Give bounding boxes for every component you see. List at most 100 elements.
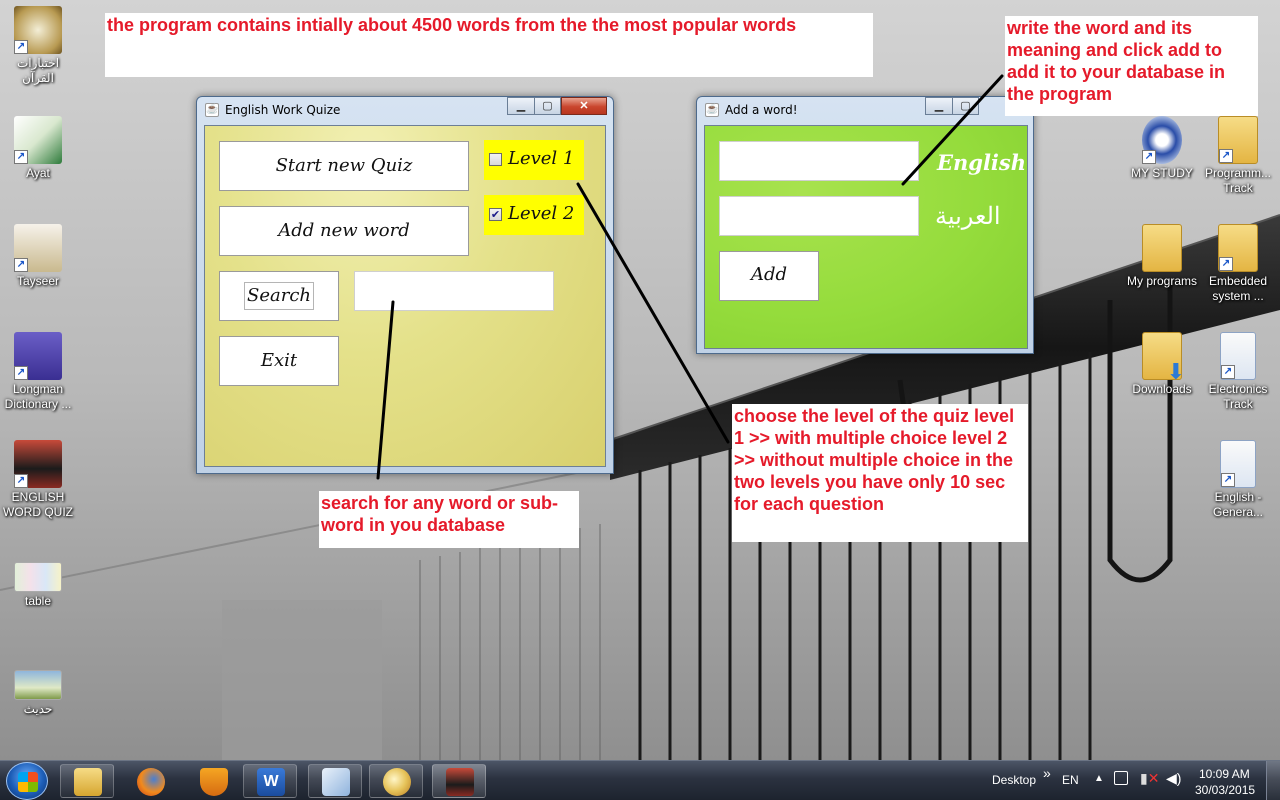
exit-button[interactable]: Exit — [219, 336, 339, 386]
desktop-icon-programming-track[interactable]: ↗ Programm... Track — [1200, 116, 1276, 196]
maximize-button[interactable]: ▢ — [952, 97, 979, 115]
add-label: Add — [750, 264, 788, 285]
minimize-button[interactable]: ▁ — [507, 97, 535, 115]
desktop-icon-label: Programm... Track — [1204, 166, 1271, 195]
shortcut-arrow-icon: ↗ — [1221, 473, 1235, 487]
desktop-icon-label: table — [24, 594, 52, 608]
desktop-icon-label: Ayat — [26, 166, 50, 180]
windows-logo-icon — [18, 772, 38, 792]
clock-date[interactable]: 30/03/2015 — [1195, 783, 1255, 797]
annotation-text: write the word and its meaning and click… — [1007, 18, 1226, 104]
shortcut-arrow-icon: ↗ — [1219, 149, 1233, 163]
add-word-button[interactable]: Add new word — [219, 206, 469, 256]
desktop-icon-electronics[interactable]: ↗ Electronics Track — [1200, 332, 1276, 412]
english-quiz-icon — [446, 768, 474, 796]
annotation-levels: choose the level of the quiz level 1 >> … — [732, 404, 1028, 542]
english-quiz-window[interactable]: ☕ English Work Quize ▁ ▢ ✕ Start new Qui… — [196, 96, 614, 474]
title-bar[interactable]: ☕ English Work Quize ▁ ▢ ✕ — [197, 97, 613, 123]
taskbar-security[interactable] — [186, 764, 240, 798]
shortcut-arrow-icon: ↗ — [1221, 365, 1235, 379]
desktop-icon-label: Tayseer — [16, 274, 60, 288]
level2-label: Level 2 — [508, 203, 575, 224]
action-center-icon[interactable] — [1114, 771, 1128, 785]
show-desktop-button[interactable] — [1266, 761, 1280, 800]
desktop-icon-label: Downloads — [1132, 382, 1192, 396]
desktop-icon-tayseer[interactable]: ↗ Tayseer — [0, 224, 76, 289]
java-app-icon: ☕ — [205, 103, 219, 117]
folder-icon: ↗ — [1218, 224, 1258, 272]
desktop-icon-downloads[interactable]: ⬇ Downloads — [1124, 332, 1200, 397]
main-content-panel: Start new Quiz Add new word Search Exit … — [204, 125, 606, 467]
search-input[interactable] — [354, 271, 554, 311]
taskbar-english-quiz[interactable] — [432, 764, 486, 798]
desktop-toolbar-label[interactable]: Desktop — [992, 773, 1036, 787]
taskbar-paint[interactable] — [369, 764, 423, 798]
desktop-icon-english-quiz[interactable]: ↗ ENGLISH WORD QUIZ — [0, 440, 76, 520]
desktop-icon-ayat[interactable]: ↗ Ayat — [0, 116, 76, 181]
java-app-icon: ☕ — [705, 103, 719, 117]
shortcut-arrow-icon: ↗ — [1219, 257, 1233, 271]
english-label: English — [937, 150, 1027, 175]
desktop-icon-embedded[interactable]: ↗ Embedded system ... — [1200, 224, 1276, 304]
add-button[interactable]: Add — [719, 251, 819, 301]
desktop-icon-label: اختبارات القرآن — [16, 56, 60, 85]
add-word-window[interactable]: ☕ Add a word! ▁ ▢ English العربية Add — [696, 96, 1034, 354]
document-icon: ↗ — [1220, 332, 1256, 380]
desktop-icon-english-general[interactable]: ↗ English - Genera... — [1200, 440, 1276, 520]
desktop-icon-longman[interactable]: ↗ Longman Dictionary ... — [0, 332, 76, 412]
title-bar[interactable]: ☕ Add a word! ▁ ▢ — [697, 97, 1033, 123]
add-word-label: Add new word — [278, 220, 410, 241]
desktop-icon-label: Longman Dictionary ... — [4, 382, 72, 411]
annotation-add-word: write the word and its meaning and click… — [1005, 16, 1258, 116]
desktop-icon-quran[interactable]: ↗ اختبارات القرآن — [0, 6, 76, 86]
level1-checkbox-box[interactable] — [489, 153, 502, 166]
maximize-button[interactable]: ▢ — [534, 97, 561, 115]
level2-checkbox-box[interactable]: ✔ — [489, 208, 502, 221]
toolbar-chevron-icon[interactable]: » — [1043, 765, 1051, 781]
quran-icon: ↗ — [14, 6, 62, 54]
clock-time[interactable]: 10:09 AM — [1199, 767, 1250, 781]
desktop-icon-table[interactable]: table — [0, 562, 76, 609]
paint-palette-icon — [383, 768, 411, 796]
taskbar-virtualbox[interactable] — [308, 764, 362, 798]
taskbar-word[interactable]: W — [243, 764, 297, 798]
volume-icon[interactable]: ◀) — [1166, 770, 1181, 787]
network-icon[interactable]: ▮✕ — [1140, 770, 1159, 787]
language-indicator[interactable]: EN — [1062, 773, 1079, 787]
firefox-icon — [137, 768, 165, 796]
desktop-icon-label: Electronics Track — [1208, 382, 1268, 411]
taskbar-explorer[interactable] — [60, 764, 114, 798]
arabic-meaning-input[interactable] — [719, 196, 919, 236]
desktop-icon-label: MY STUDY — [1131, 166, 1193, 180]
minimize-button[interactable]: ▁ — [925, 97, 953, 115]
shortcut-arrow-icon: ↗ — [14, 40, 28, 54]
tayseer-icon: ↗ — [14, 224, 62, 272]
close-button[interactable]: ✕ — [561, 97, 607, 115]
english-word-input[interactable] — [719, 141, 919, 181]
longman-icon: ↗ — [14, 332, 62, 380]
arabic-label: العربية — [935, 202, 1001, 230]
annotation-text: the program contains intially about 4500… — [107, 15, 797, 35]
desktop-icon-my-programs[interactable]: My programs — [1124, 224, 1200, 289]
level2-checkbox[interactable]: ✔ Level 2 — [484, 195, 584, 235]
show-hidden-icons-icon[interactable]: ▲ — [1094, 773, 1104, 784]
document-icon: ↗ — [1220, 440, 1256, 488]
search-label: Search — [244, 282, 314, 310]
table-icon — [14, 562, 62, 592]
window-title: Add a word! — [725, 103, 798, 117]
shortcut-arrow-icon: ↗ — [14, 474, 28, 488]
hadith-icon — [14, 670, 62, 700]
level1-label: Level 1 — [508, 148, 575, 169]
start-quiz-button[interactable]: Start new Quiz — [219, 141, 469, 191]
ayat-icon: ↗ — [14, 116, 62, 164]
shortcut-arrow-icon: ↗ — [1142, 150, 1156, 164]
downloads-folder-icon: ⬇ — [1142, 332, 1185, 383]
taskbar-firefox[interactable] — [123, 764, 177, 798]
search-button[interactable]: Search — [219, 271, 339, 321]
window-title: English Work Quize — [225, 103, 341, 117]
start-button[interactable] — [6, 762, 48, 800]
desktop-icon-hadith[interactable]: حديث — [0, 670, 76, 717]
desktop-icon-my-study[interactable]: ↗ MY STUDY — [1124, 116, 1200, 181]
level1-checkbox[interactable]: Level 1 — [484, 140, 584, 180]
word-icon: W — [257, 768, 285, 796]
